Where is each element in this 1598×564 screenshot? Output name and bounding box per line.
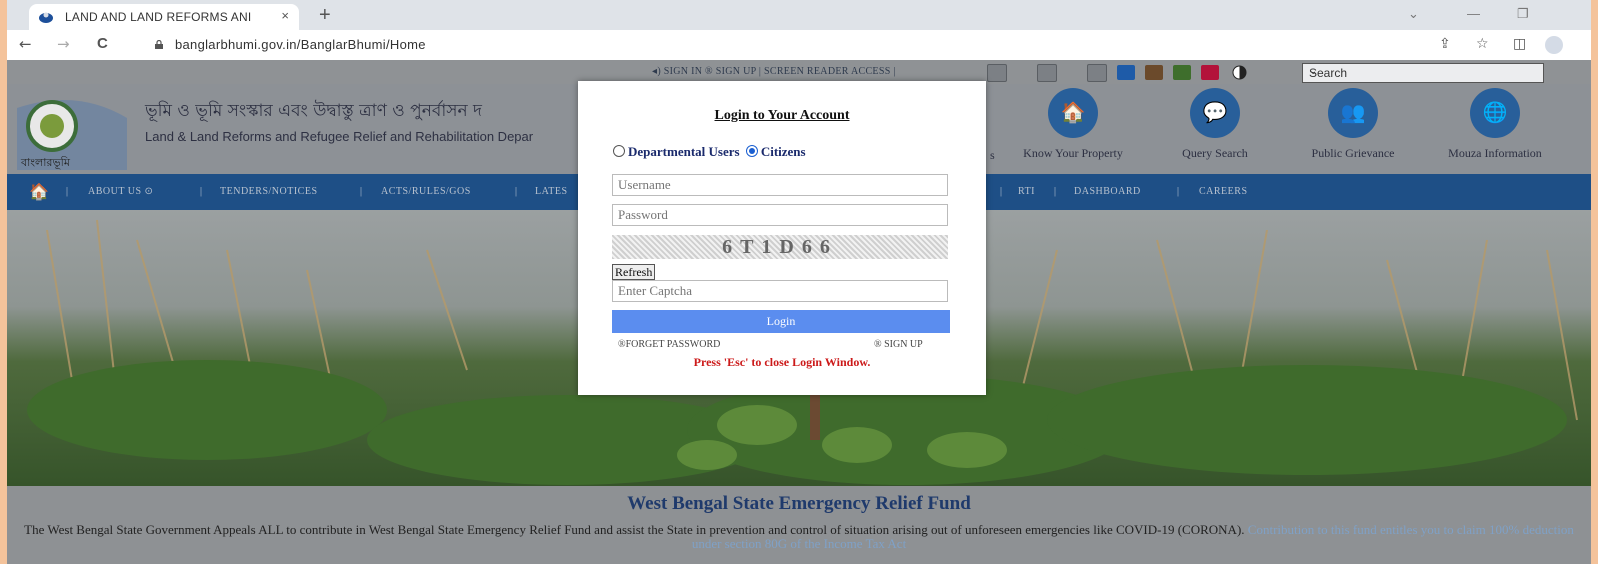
chat-icon: 💬 (1190, 88, 1240, 138)
nav-separator: | (1000, 186, 1003, 197)
captcha-refresh-button[interactable]: Refresh (612, 264, 656, 280)
nav-separator: | (1054, 186, 1057, 197)
captcha-image: 6T1D66 (612, 235, 948, 259)
new-tab-button[interactable]: + (319, 4, 331, 27)
nav-item-tenders[interactable]: TENDERS/NOTICES (220, 186, 318, 197)
username-input[interactable] (613, 175, 947, 195)
nav-item-about-us[interactable]: ABOUT US ⊙ (88, 186, 153, 197)
minimize-button[interactable]: — (1467, 6, 1480, 21)
tab-close-icon[interactable]: × (281, 8, 289, 23)
sidebar-icon[interactable]: ◫ (1513, 36, 1526, 52)
font-size-icon[interactable] (1037, 64, 1057, 82)
browser-toolbar: ← → C banglarbhumi.gov.in/BanglarBhumi/H… (7, 30, 1591, 60)
close-hint-text: Press 'Esc' to close Login Window. (693, 355, 871, 369)
relief-fund-section: West Bengal State Emergency Relief Fund … (7, 486, 1591, 564)
theme-red-swatch[interactable] (1201, 65, 1219, 80)
address-bar[interactable]: banglarbhumi.gov.in/BanglarBhumi/Home (175, 37, 426, 52)
chevron-down-icon: ⌄ (1309, 66, 1318, 77)
nav-item-acts[interactable]: ACTS/RULES/GOS (381, 186, 471, 197)
password-field-wrapper (612, 204, 948, 226)
nav-item-careers[interactable]: CAREERS (1199, 186, 1248, 197)
quick-link-query-search[interactable]: 💬 Query Search (1145, 88, 1285, 161)
captcha-field-wrapper (612, 280, 948, 302)
relief-fund-appeal: The West Bengal State Government Appeals… (24, 522, 1245, 537)
department-logo[interactable]: বাংলারভূমি (17, 88, 127, 170)
nav-home-icon[interactable]: 🏠 (29, 182, 49, 201)
nav-separator: | (200, 186, 203, 197)
web-page: ◂) SIGN IN ® SIGN UP | SCREEN READER ACC… (7, 60, 1591, 564)
forget-password-link[interactable]: ®FORGET PASSWORD (618, 339, 720, 350)
citizens-radio[interactable] (745, 145, 758, 157)
quick-link-public-grievance[interactable]: 👥 Public Grievance (1283, 88, 1423, 161)
relief-fund-title: West Bengal State Emergency Relief Fund (627, 493, 971, 514)
citizens-label[interactable]: Citizens (761, 144, 806, 159)
globe-icon: 🌐 (1470, 88, 1520, 138)
captcha-text: 6T1D66 (722, 236, 838, 258)
relief-fund-text: The West Bengal State Government Appeals… (17, 523, 1581, 551)
login-modal: Login to Your Account Departmental Users… (578, 81, 986, 395)
login-button[interactable]: Login (612, 310, 950, 333)
reload-button[interactable]: C (97, 35, 108, 52)
nav-separator: | (66, 186, 69, 197)
nav-separator: | (1177, 186, 1180, 197)
sign-up-link[interactable]: ® SIGN UP (874, 339, 923, 350)
nav-separator: | (515, 186, 518, 197)
user-type-radio-group: Departmental Users Citizens (613, 144, 806, 160)
profile-avatar[interactable] (1545, 36, 1563, 54)
tab-title: LAND AND LAND REFORMS ANI (65, 10, 252, 24)
theme-green-swatch[interactable] (1173, 65, 1191, 80)
username-field-wrapper (612, 174, 948, 196)
favicon-icon (39, 12, 53, 23)
tab-bar: LAND AND LAND REFORMS ANI × + ⌄ — ❐ (7, 0, 1591, 30)
share-icon[interactable]: ⇪ (1439, 36, 1451, 52)
nav-item-dashboard[interactable]: DASHBOARD (1074, 186, 1141, 197)
nav-separator: | (360, 186, 363, 197)
theme-blue-swatch[interactable] (1117, 65, 1135, 80)
quick-link-label: Public Grievance (1311, 146, 1395, 160)
home-icon: 🏠 (1048, 88, 1098, 138)
quick-link-mouza-information[interactable]: 🌐 Mouza Information (1425, 88, 1565, 161)
tab-search-icon[interactable]: ⌄ (1408, 6, 1419, 22)
utility-links[interactable]: ◂) SIGN IN ® SIGN UP | SCREEN READER ACC… (652, 66, 896, 77)
quick-link-label: Mouza Information (1448, 146, 1542, 160)
login-title: Login to Your Account (714, 108, 850, 123)
browser-tab[interactable]: LAND AND LAND REFORMS ANI × (29, 4, 299, 30)
forward-button[interactable]: → (57, 35, 70, 53)
theme-brown-swatch[interactable] (1145, 65, 1163, 80)
password-input[interactable] (613, 205, 947, 225)
departmental-users-label[interactable]: Departmental Users (628, 144, 740, 159)
department-name-english: Land & Land Reforms and Refugee Relief a… (145, 129, 534, 144)
svg-text:বাংলারভূমি: বাংলারভূমি (20, 156, 71, 169)
bookmark-star-icon[interactable]: ☆ (1476, 36, 1489, 52)
captcha-input[interactable] (613, 281, 947, 301)
nav-item-rti[interactable]: RTI (1018, 186, 1035, 197)
browser-window: LAND AND LAND REFORMS ANI × + ⌄ — ❐ ← → … (7, 0, 1591, 564)
nav-item-latest[interactable]: LATES (535, 186, 568, 197)
departmental-users-radio[interactable] (613, 145, 625, 157)
department-name-bengali: ভূমি ও ভূমি সংস্কার এবং উদ্বাস্তু ত্রাণ … (145, 101, 482, 121)
quick-link-label: Query Search (1182, 146, 1248, 160)
back-button[interactable]: ← (19, 35, 32, 53)
quick-link-label: Know Your Property (1023, 146, 1123, 160)
partial-label: s (990, 148, 995, 162)
lock-icon (155, 40, 163, 49)
restore-button[interactable]: ❐ (1517, 6, 1529, 22)
users-icon: 👥 (1328, 88, 1378, 138)
screen-icon[interactable] (1087, 64, 1107, 82)
contrast-icon[interactable] (1232, 65, 1247, 80)
site-search-select[interactable]: Search ⌄ (1302, 63, 1544, 83)
download-icon[interactable] (987, 64, 1007, 82)
quick-link-know-property[interactable]: 🏠 Know Your Property (1003, 88, 1143, 161)
